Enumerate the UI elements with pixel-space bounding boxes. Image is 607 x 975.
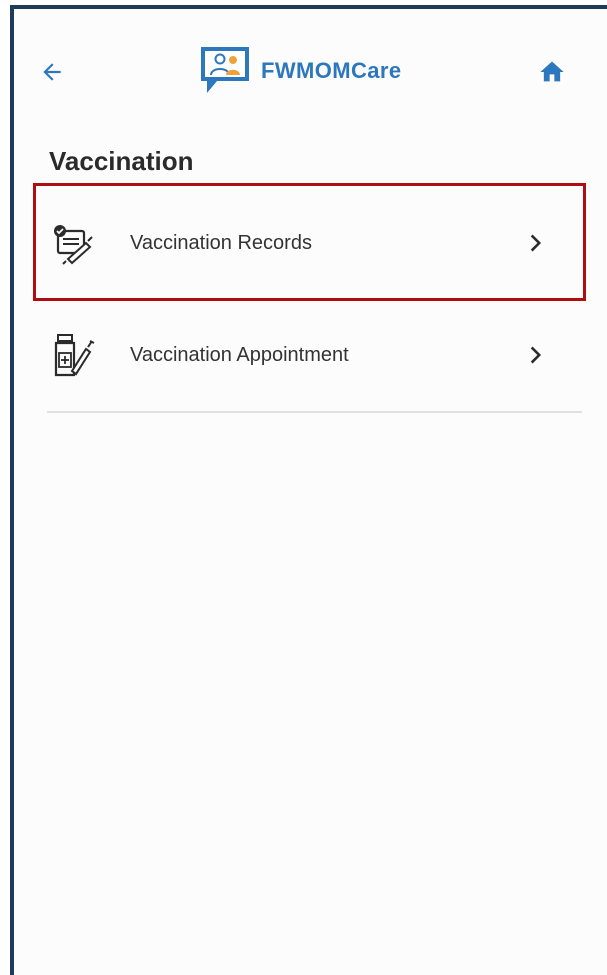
- page-title: Vaccination: [49, 146, 194, 176]
- home-button[interactable]: [536, 56, 568, 88]
- chevron-right-icon: [530, 234, 542, 252]
- vaccination-record-clipboard-icon: [54, 225, 93, 265]
- menu-item-vaccination-records[interactable]: Vaccination Records: [44, 198, 586, 288]
- home-icon: [540, 61, 564, 82]
- brand: FWMOMCare: [197, 43, 402, 99]
- menu-item-label: Vaccination Appointment: [130, 343, 349, 366]
- chevron-right-icon: [530, 346, 542, 364]
- brand-name: FWMOMCare: [261, 58, 402, 83]
- list-divider: [47, 411, 582, 413]
- brand-logo-icon: [201, 47, 249, 93]
- arrow-left-icon: [43, 63, 61, 81]
- vaccine-vial-syringe-icon: [54, 334, 95, 377]
- menu-item-label: Vaccination Records: [130, 231, 312, 254]
- back-button[interactable]: [36, 56, 68, 88]
- menu-item-vaccination-appointment[interactable]: Vaccination Appointment: [44, 310, 586, 400]
